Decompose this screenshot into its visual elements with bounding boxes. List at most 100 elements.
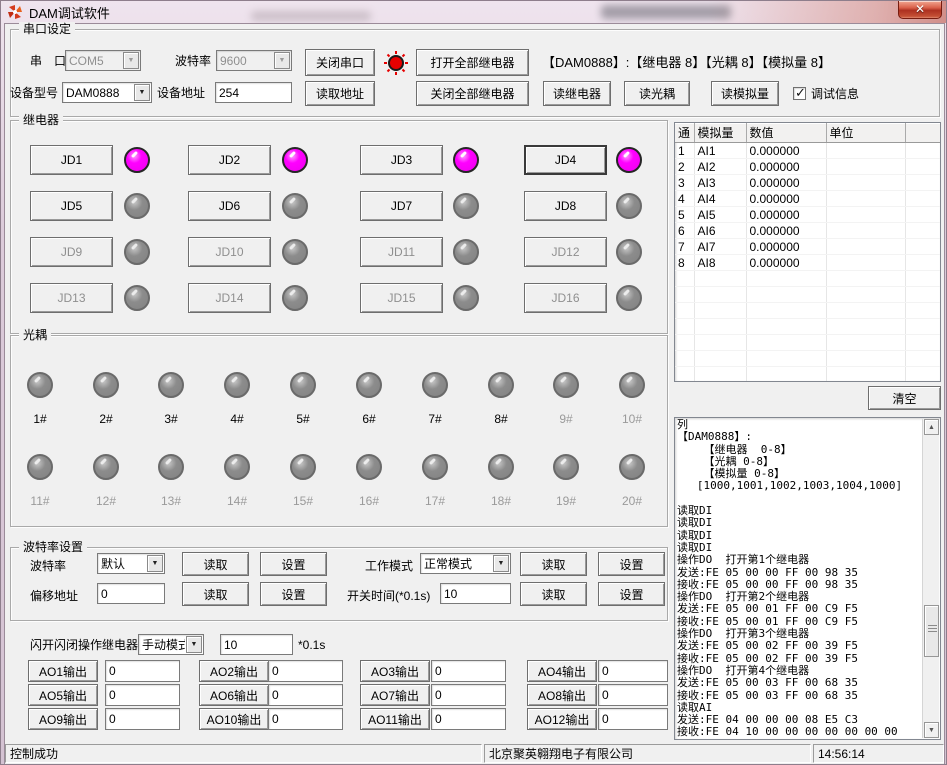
opto-label-3: 3# bbox=[151, 412, 191, 426]
relay-button-jd2[interactable]: JD2 bbox=[188, 145, 271, 175]
ao4-output-button[interactable]: AO4输出 bbox=[527, 660, 597, 682]
opto-light-9 bbox=[553, 372, 579, 398]
work-mode-read-button[interactable]: 读取 bbox=[520, 552, 587, 576]
relay-button-jd5[interactable]: JD5 bbox=[30, 191, 113, 221]
ao10-output-button[interactable]: AO10输出 bbox=[199, 708, 269, 730]
relay-button-jd12[interactable]: JD12 bbox=[524, 237, 607, 267]
ao1-value-input[interactable] bbox=[105, 660, 180, 682]
model-combo[interactable]: DAM0888 ▼ bbox=[62, 82, 152, 103]
ao11-value-input[interactable] bbox=[431, 708, 506, 730]
relay-button-jd3[interactable]: JD3 bbox=[360, 145, 443, 175]
offset-set-button[interactable]: 设置 bbox=[260, 582, 327, 606]
ao6-output-button[interactable]: AO6输出 bbox=[199, 684, 269, 706]
opto-label-18: 18# bbox=[481, 494, 521, 508]
switch-time-set-button[interactable]: 设置 bbox=[598, 582, 665, 606]
relay-light-jd9 bbox=[124, 239, 150, 265]
read-address-button[interactable]: 读取地址 bbox=[305, 81, 375, 106]
opto-light-7 bbox=[422, 372, 448, 398]
switch-time-read-button[interactable]: 读取 bbox=[520, 582, 587, 606]
ao4-value-input[interactable] bbox=[598, 660, 668, 682]
scroll-up-icon[interactable]: ▲ bbox=[924, 419, 939, 435]
relay-button-jd14[interactable]: JD14 bbox=[188, 283, 271, 313]
relay-button-jd13[interactable]: JD13 bbox=[30, 283, 113, 313]
chevron-down-icon: ▼ bbox=[186, 636, 202, 653]
table-row[interactable]: 4AI40.000000 bbox=[675, 191, 940, 207]
close-button[interactable]: ✕ bbox=[898, 1, 942, 19]
relay-button-jd15[interactable]: JD15 bbox=[360, 283, 443, 313]
read-relay-button[interactable]: 读继电器 bbox=[543, 81, 611, 106]
scrollbar-thumb[interactable] bbox=[924, 605, 939, 657]
work-mode-set-button[interactable]: 设置 bbox=[598, 552, 665, 576]
ao12-output-button[interactable]: AO12输出 bbox=[527, 708, 597, 730]
offset-read-button[interactable]: 读取 bbox=[182, 582, 249, 606]
scroll-down-icon[interactable]: ▼ bbox=[924, 722, 939, 738]
clear-log-button[interactable]: 清空 bbox=[868, 386, 941, 410]
relay-button-jd9[interactable]: JD9 bbox=[30, 237, 113, 267]
ao3-value-input[interactable] bbox=[431, 660, 506, 682]
close-all-relays-button[interactable]: 关闭全部继电器 bbox=[416, 81, 529, 106]
ao9-output-button[interactable]: AO9输出 bbox=[28, 708, 98, 730]
read-analog-button[interactable]: 读模拟量 bbox=[711, 81, 779, 106]
opto-label-9: 9# bbox=[546, 412, 586, 426]
ao1-output-button[interactable]: AO1输出 bbox=[28, 660, 98, 682]
debug-info-checkbox[interactable]: 调试信息 bbox=[793, 85, 859, 102]
table-row[interactable]: 2AI20.000000 bbox=[675, 159, 940, 175]
ao7-output-button[interactable]: AO7输出 bbox=[360, 684, 430, 706]
ao10-value-input[interactable] bbox=[268, 708, 343, 730]
baud-set-button[interactable]: 设置 bbox=[260, 552, 327, 576]
flash-mode-combo[interactable]: 手动模式 ▼ bbox=[138, 634, 204, 655]
table-row[interactable]: 3AI30.000000 bbox=[675, 175, 940, 191]
relay-button-jd7[interactable]: JD7 bbox=[360, 191, 443, 221]
table-row[interactable]: 7AI70.000000 bbox=[675, 239, 940, 255]
ao2-output-button[interactable]: AO2输出 bbox=[199, 660, 269, 682]
work-mode-combo[interactable]: 正常模式 ▼ bbox=[420, 553, 511, 574]
log-scrollbar[interactable]: ▲ ▼ bbox=[922, 419, 939, 738]
relay-button-jd11[interactable]: JD11 bbox=[360, 237, 443, 267]
baud-combo[interactable]: 9600 ▼ bbox=[216, 50, 292, 71]
switch-time-input[interactable] bbox=[440, 583, 511, 604]
ao7-value-input[interactable] bbox=[431, 684, 506, 706]
relay-light-jd10 bbox=[282, 239, 308, 265]
offset-input[interactable] bbox=[97, 583, 165, 604]
relay-button-jd1[interactable]: JD1 bbox=[30, 145, 113, 175]
relay-button-jd10[interactable]: JD10 bbox=[188, 237, 271, 267]
ao3-output-button[interactable]: AO3输出 bbox=[360, 660, 430, 682]
chevron-down-icon: ▼ bbox=[134, 84, 150, 101]
read-opto-button[interactable]: 读光耦 bbox=[624, 81, 690, 106]
relay-button-jd16[interactable]: JD16 bbox=[524, 283, 607, 313]
open-all-relays-button[interactable]: 打开全部继电器 bbox=[416, 49, 529, 76]
table-row-empty bbox=[675, 271, 940, 287]
port-combo[interactable]: COM5 ▼ bbox=[65, 50, 141, 71]
table-row[interactable]: 8AI80.000000 bbox=[675, 255, 940, 271]
opto-light-17 bbox=[422, 454, 448, 480]
relay-button-jd8[interactable]: JD8 bbox=[524, 191, 607, 221]
table-row-empty bbox=[675, 351, 940, 367]
table-row[interactable]: 1AI10.000000 bbox=[675, 143, 940, 159]
ao2-value-input[interactable] bbox=[268, 660, 343, 682]
ao6-value-input[interactable] bbox=[268, 684, 343, 706]
ao11-output-button[interactable]: AO11输出 bbox=[360, 708, 430, 730]
flash-time-input[interactable] bbox=[220, 634, 293, 655]
baud-read-button[interactable]: 读取 bbox=[182, 552, 249, 576]
log-panel[interactable]: 列 【DAM0888】: 【继电器 0-8】 【光耦 0-8】 【模拟量 0-8… bbox=[674, 417, 941, 740]
ao9-value-input[interactable] bbox=[105, 708, 180, 730]
relay-light-jd5 bbox=[124, 193, 150, 219]
status-company: 北京聚英翱翔电子有限公司 bbox=[484, 744, 811, 763]
ao8-value-input[interactable] bbox=[598, 684, 668, 706]
relay-button-jd6[interactable]: JD6 bbox=[188, 191, 271, 221]
relay-group-label: 继电器 bbox=[19, 113, 63, 127]
ao8-output-button[interactable]: AO8输出 bbox=[527, 684, 597, 706]
ao5-output-button[interactable]: AO5输出 bbox=[28, 684, 98, 706]
device-address-input[interactable] bbox=[215, 82, 292, 103]
relay-button-jd4[interactable]: JD4 bbox=[524, 145, 607, 175]
opto-light-4 bbox=[224, 372, 250, 398]
relay-light-jd8 bbox=[616, 193, 642, 219]
opto-label-17: 17# bbox=[415, 494, 455, 508]
table-row[interactable]: 6AI60.000000 bbox=[675, 223, 940, 239]
analog-table-panel[interactable]: 通 模拟量 数值 单位 1AI10.000000 2AI20.000000 3A… bbox=[674, 122, 941, 382]
baud-default-combo[interactable]: 默认 ▼ bbox=[97, 553, 165, 574]
ao5-value-input[interactable] bbox=[105, 684, 180, 706]
ao12-value-input[interactable] bbox=[598, 708, 668, 730]
close-serial-button[interactable]: 关闭串口 bbox=[305, 49, 375, 76]
table-row[interactable]: 5AI50.000000 bbox=[675, 207, 940, 223]
